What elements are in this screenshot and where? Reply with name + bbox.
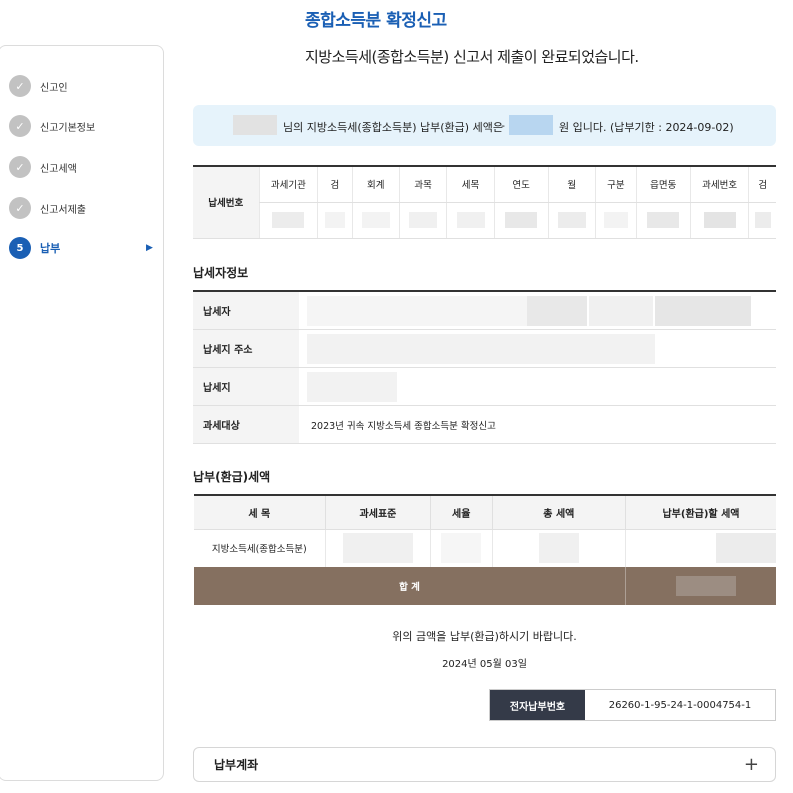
- table-row: [193, 202, 776, 239]
- check-icon: ✓: [9, 75, 31, 97]
- col-header: 총 세액: [491, 495, 626, 530]
- tax-number-header: 납세번호: [193, 166, 259, 239]
- tax-item-label: 지방소득세(종합소득분): [211, 544, 307, 556]
- payment-table: 세 목 과세표준 세율 총 세액 납부(환급)할 세액 지방소득세(종합소득분)…: [193, 494, 776, 605]
- tax-number-table: 납세번호 과세기관 검 회계 과목 세목 연도 월 구분 읍면동 과세번호 검: [193, 165, 776, 239]
- redacted-cell: [324, 212, 345, 228]
- redacted-block: [307, 334, 655, 364]
- step-label: 신고인: [40, 82, 68, 94]
- epay-label: 전자납부번호: [490, 690, 585, 720]
- col-header: 과세기관: [258, 166, 318, 203]
- redacted-name: [233, 115, 277, 135]
- total-row: 합 계: [193, 567, 776, 605]
- info-value-redacted: [299, 368, 776, 405]
- redacted-cell: [342, 533, 413, 564]
- redacted-cell: [716, 533, 776, 564]
- redacted-block: [589, 296, 653, 326]
- col-header: 세율: [429, 495, 493, 530]
- payment-section-title: 납부(환급)세액: [193, 470, 271, 484]
- redacted-cell: [557, 212, 586, 228]
- info-row-taxpayer: 납세자: [193, 292, 776, 330]
- redacted-cell: [538, 533, 579, 564]
- col-header: 납부(환급)할 세액: [625, 495, 776, 530]
- redacted-cell: [409, 212, 438, 228]
- redacted-cell: [361, 212, 390, 228]
- redacted-cell: [441, 533, 482, 564]
- info-value-redacted: [299, 330, 776, 367]
- redacted-cell: [603, 212, 628, 228]
- step-item-2[interactable]: ✓ 신고기본정보: [9, 114, 95, 138]
- table-row: 지방소득세(종합소득분): [194, 529, 776, 567]
- redacted-cell: [456, 212, 485, 228]
- col-header: 회계: [351, 166, 400, 203]
- step-number-badge: 5: [9, 237, 31, 259]
- info-label: 과세대상: [193, 406, 299, 443]
- step-label: 납부: [40, 242, 61, 255]
- info-value-redacted: [299, 292, 776, 329]
- check-icon: ✓: [9, 115, 31, 137]
- info-label: 납세지 주소: [193, 330, 299, 367]
- redacted-block: [655, 296, 751, 326]
- info-label: 납세자: [193, 292, 299, 329]
- redacted-block: [307, 372, 397, 402]
- step-label: 신고기본정보: [40, 122, 96, 134]
- col-header: 연도: [493, 166, 549, 203]
- col-header: 과세번호: [689, 166, 749, 203]
- step-item-5-active[interactable]: 5 납부 ▶: [9, 236, 159, 260]
- redacted-cell: [505, 212, 538, 228]
- info-row-location: 납세지: [193, 368, 776, 406]
- notice-text-1: 님의 지방소득세(종합소득분) 납부(환급) 세액은: [283, 121, 503, 134]
- page-subtitle: 지방소득세(종합소득분) 신고서 제출이 완료되었습니다.: [305, 48, 639, 66]
- accordion-title: 납부계좌: [214, 758, 259, 772]
- arrow-right-icon: ▶: [146, 243, 153, 253]
- col-header: 과세표준: [325, 495, 431, 530]
- redacted-amount: [509, 115, 553, 135]
- col-header: 읍면동: [635, 166, 691, 203]
- redacted-block: [527, 296, 587, 326]
- col-header: 과목: [398, 166, 447, 203]
- redacted-cell: [754, 212, 771, 228]
- redacted-cell: [647, 212, 680, 228]
- redacted-block: [307, 296, 527, 326]
- step-item-4[interactable]: ✓ 신고서제출: [9, 196, 86, 220]
- col-header: 검: [317, 166, 353, 203]
- step-label: 신고서제출: [40, 204, 86, 216]
- issue-date: 2024년 05월 03일: [442, 659, 527, 670]
- check-icon: ✓: [9, 197, 31, 219]
- col-header: 검: [748, 166, 776, 203]
- info-row-address: 납세지 주소: [193, 330, 776, 368]
- taxpayer-info: 납세자 납세지 주소 납세지 과세대상 2023년 귀속 지방소득세 종합소득분…: [193, 290, 776, 444]
- info-label: 납세지: [193, 368, 299, 405]
- redacted-cell: [676, 576, 736, 596]
- info-value: 2023년 귀속 지방소득세 종합소득분 확정신고: [311, 420, 496, 432]
- payment-notice: 님의 지방소득세(종합소득분) 납부(환급) 세액은 - 원 입니다. (납부기…: [193, 105, 776, 146]
- notice-text-2: 원 입니다. (납부기한 : 2024-09-02): [559, 121, 734, 134]
- info-row-subject: 과세대상 2023년 귀속 지방소득세 종합소득분 확정신고: [193, 406, 776, 444]
- page-title: 종합소득분 확정신고: [305, 11, 447, 31]
- payment-account-accordion[interactable]: 납부계좌 +: [193, 747, 776, 782]
- electronic-payment-number: 전자납부번호 26260-1-95-24-1-0004754-1: [489, 689, 776, 721]
- epay-number: 26260-1-95-24-1-0004754-1: [608, 699, 752, 711]
- step-item-3[interactable]: ✓ 신고세액: [9, 155, 77, 179]
- total-label: 합 계: [193, 567, 626, 605]
- step-label: 신고세액: [40, 163, 77, 175]
- redacted-cell: [703, 212, 736, 228]
- notice-minus: -: [501, 119, 505, 132]
- payment-request-message: 위의 금액을 납부(환급)하시기 바랍니다.: [392, 630, 577, 643]
- taxpayer-section-title: 납세자정보: [193, 266, 249, 280]
- step-sidebar: ✓ 신고인 ✓ 신고기본정보 ✓ 신고세액 ✓ 신고서제출 5 납부 ▶: [0, 45, 164, 781]
- col-header: 세 목: [193, 495, 326, 530]
- check-icon: ✓: [9, 156, 31, 178]
- plus-icon[interactable]: +: [744, 754, 759, 775]
- step-item-1[interactable]: ✓ 신고인: [9, 74, 68, 98]
- col-header: 세목: [446, 166, 495, 203]
- col-header: 월: [547, 166, 596, 203]
- redacted-cell: [272, 212, 305, 228]
- col-header: 구분: [594, 166, 637, 203]
